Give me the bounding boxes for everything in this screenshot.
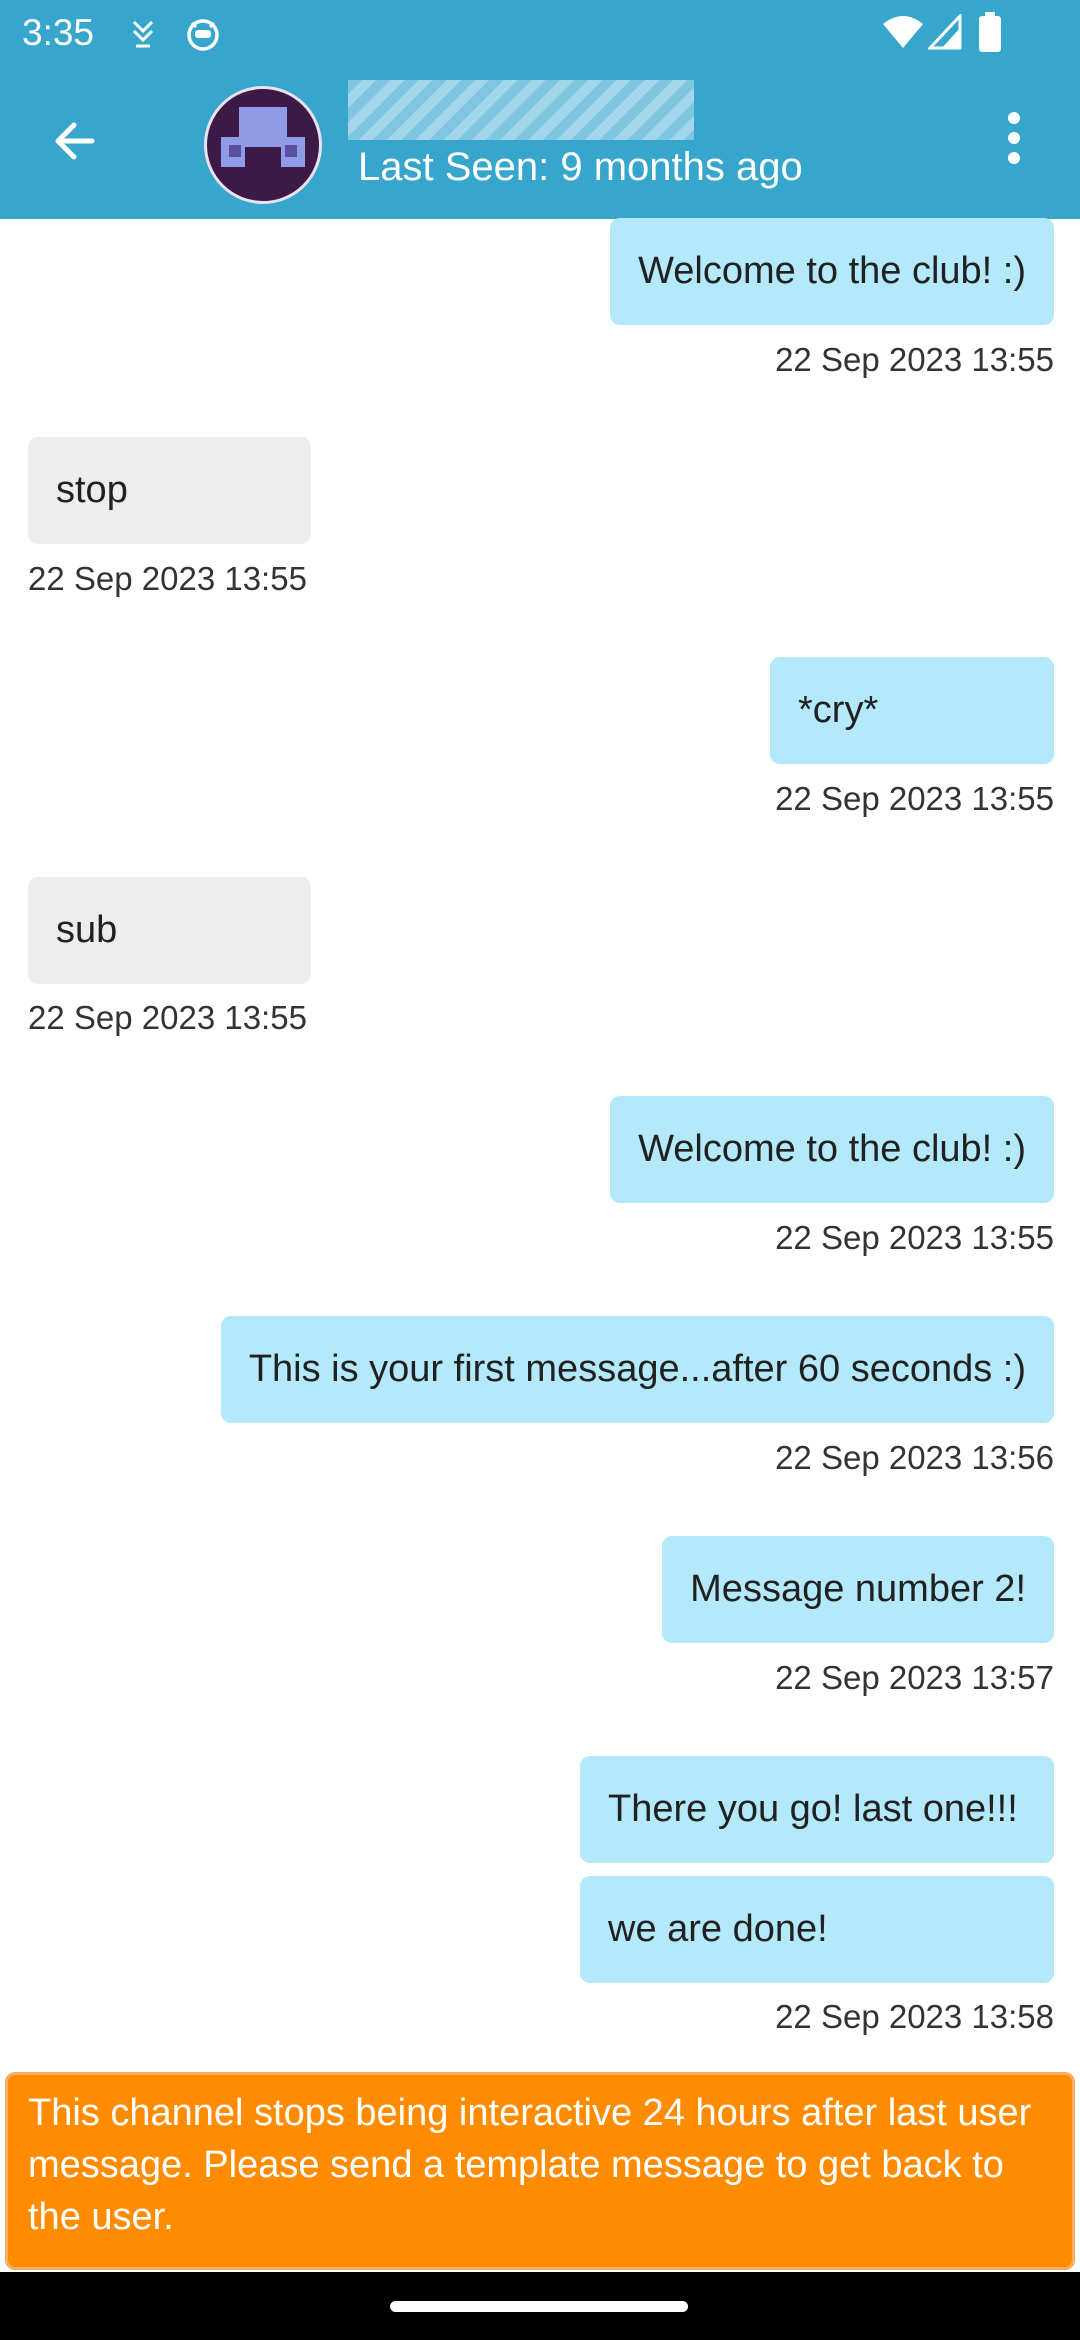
avatar[interactable] (204, 86, 322, 204)
message-timestamp: 22 Sep 2023 13:56 (775, 1439, 1054, 1476)
message-bubble-incoming[interactable]: sub (28, 877, 311, 984)
message-timestamp: 22 Sep 2023 13:55 (28, 999, 307, 1036)
message-bubble-outgoing[interactable]: This is your first message...after 60 se… (220, 1316, 1054, 1423)
system-navigation-bar (0, 2272, 1080, 2340)
message-timestamp: 22 Sep 2023 13:57 (775, 1659, 1054, 1696)
last-seen-text: Last Seen: 9 months ago (358, 145, 803, 189)
more-options-button[interactable] (996, 112, 1032, 176)
wifi-icon (883, 16, 923, 48)
battery-icon (979, 12, 1001, 52)
status-time: 3:35 (22, 12, 95, 53)
contact-name-redacted (348, 80, 694, 140)
download-icon (132, 20, 154, 48)
cat-face-icon (187, 19, 219, 51)
message-bubble-outgoing[interactable]: *cry* (770, 657, 1054, 764)
message-bubble-outgoing[interactable]: Message number 2! (662, 1536, 1054, 1643)
message-bubble-outgoing[interactable]: There you go! last one!!! (580, 1756, 1054, 1863)
home-gesture-handle[interactable] (390, 2301, 688, 2312)
more-vert-icon (996, 112, 1032, 164)
message-timestamp: 22 Sep 2023 13:55 (775, 780, 1054, 817)
app-header: 3:35 Last Seen: 9 months ago (0, 0, 1080, 219)
arrow-left-icon (55, 122, 95, 160)
avatar-pixel-art-icon (221, 107, 305, 167)
message-timestamp: 22 Sep 2023 13:58 (775, 1998, 1054, 2035)
cell-signal-icon (928, 14, 962, 50)
message-bubble-incoming[interactable]: stop (28, 437, 311, 544)
message-timestamp: 22 Sep 2023 13:55 (775, 341, 1054, 378)
back-button[interactable] (40, 105, 112, 177)
message-timestamp: 22 Sep 2023 13:55 (28, 560, 307, 597)
message-bubble-outgoing[interactable]: Welcome to the club! :) (610, 218, 1054, 325)
message-bubble-outgoing[interactable]: Welcome to the club! :) (610, 1096, 1054, 1203)
message-timestamp: 22 Sep 2023 13:55 (775, 1219, 1054, 1256)
message-bubble-outgoing[interactable]: we are done! (580, 1876, 1054, 1983)
channel-inactive-warning: This channel stops being interactive 24 … (5, 2072, 1075, 2270)
